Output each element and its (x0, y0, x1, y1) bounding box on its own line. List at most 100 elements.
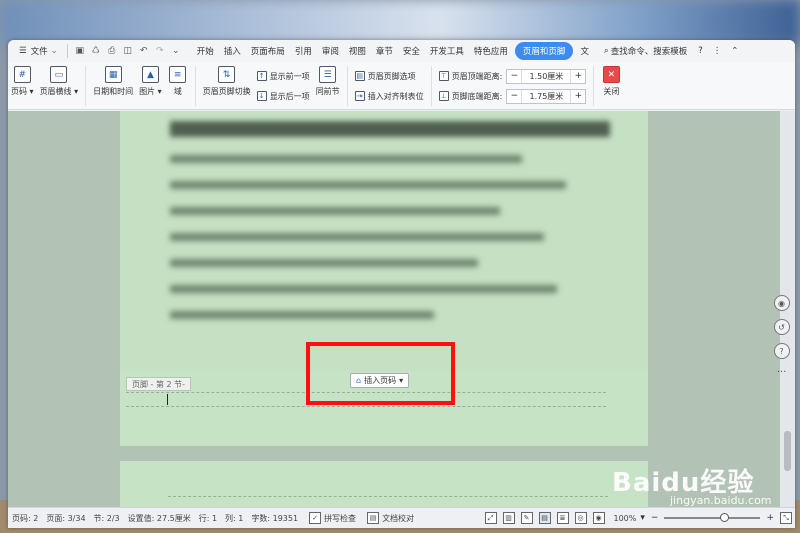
tab-security[interactable]: 安全 (398, 42, 425, 60)
setting-value-status[interactable]: 设置值: 27.5厘米 (128, 513, 191, 524)
same-as-previous-button[interactable]: ☰ 同前节 (313, 66, 343, 97)
header-line-icon: ▭ (50, 66, 68, 83)
page-number-status[interactable]: 页码: 2 (12, 513, 38, 524)
tab-home[interactable]: 开始 (192, 42, 219, 60)
reading-mode-icon[interactable]: ▥ (502, 512, 515, 524)
navigation-group: ↑ 显示前一项 ↓ 显示后一项 (254, 66, 313, 106)
switch-header-footer-button[interactable]: ⇅ 页眉页脚切换 (200, 66, 254, 97)
redo-icon[interactable]: ↷ (152, 42, 168, 60)
zoom-in-button[interactable]: + (766, 513, 774, 523)
more-tools-icon[interactable]: ··· (777, 367, 787, 378)
divider (346, 66, 348, 106)
fit-window-icon[interactable]: ⤡ (780, 512, 792, 524)
page-view-icon[interactable]: ▤ (538, 512, 551, 524)
print-icon[interactable]: ⎙ (104, 42, 120, 60)
close-header-footer-button[interactable]: ✕ 关闭 (598, 66, 624, 97)
zoom-slider-knob[interactable] (720, 513, 730, 522)
zoom-level[interactable]: 100% (614, 514, 637, 523)
tab-special-apps[interactable]: 特色应用 (469, 42, 513, 60)
customize-icon[interactable]: ⌄ (168, 42, 184, 60)
writing-mode-icon[interactable]: ✎ (520, 512, 533, 524)
footer-section-tag: 页脚 - 第 2 节- (126, 377, 192, 391)
header-top-distance: ⊤ 页眉顶端距离: − 1.50厘米 + (438, 68, 587, 84)
baidu-jingyan-watermark: Baidu经验 jingyan.baidu.com (612, 468, 772, 507)
header-top-stepper[interactable]: − 1.50厘米 + (506, 68, 587, 84)
date-time-button[interactable]: ▦ 日期和时间 (90, 66, 136, 97)
divider (194, 66, 196, 106)
spell-check-button[interactable]: ✓ 拼写检查 (306, 512, 356, 524)
next-page (120, 461, 648, 507)
zoom-out-button[interactable]: − (651, 513, 659, 523)
divider (430, 66, 432, 106)
increase-button[interactable]: + (571, 71, 585, 81)
close-icon: ✕ (602, 66, 620, 83)
tab-page-layout[interactable]: 页面布局 (246, 42, 290, 60)
outline-view-icon[interactable]: ≣ (556, 512, 569, 524)
help-button[interactable]: ? (693, 42, 708, 60)
document-proofread-button[interactable]: ▤ 文档校对 (364, 512, 414, 524)
desktop-background (0, 0, 800, 44)
footer-bottom-stepper[interactable]: − 1.75厘米 + (506, 88, 587, 104)
page-number-button[interactable]: # 页码 ▾ (8, 66, 37, 97)
history-icon[interactable]: ↺ (773, 319, 790, 335)
insert-align-tab-button[interactable]: ⇥ 插入对齐制表位 (354, 88, 424, 104)
search-label: 查找命令、搜索模板 (610, 47, 688, 57)
eye-protection-icon[interactable]: ◉ (592, 512, 605, 524)
file-menu[interactable]: ☰ 文件 ⌄ (14, 42, 63, 60)
text-cursor (167, 394, 168, 405)
link-icon: ☰ (319, 66, 337, 83)
navigation-icon[interactable]: ◉ (773, 295, 790, 311)
header-line-button[interactable]: ▭ 页眉横线 ▾ (37, 66, 82, 97)
previous-icon: ↑ (256, 71, 267, 81)
footer-bottom-value[interactable]: 1.75厘米 (521, 89, 572, 103)
tab-references[interactable]: 引用 (290, 42, 317, 60)
web-view-icon[interactable]: ◎ (574, 512, 587, 524)
tab-section[interactable]: 章节 (371, 42, 398, 60)
tab-header-footer[interactable]: 页眉和页脚 (514, 42, 574, 60)
chevron-down-icon: ⌄ (50, 46, 58, 56)
save-icon[interactable]: ▣ (72, 42, 88, 60)
format-painter-icon[interactable]: ♺ (88, 42, 104, 60)
collapse-ribbon-button[interactable]: ⌃ (726, 42, 743, 60)
row-status: 行: 1 (198, 513, 218, 523)
fullscreen-icon[interactable]: ⤢ (484, 512, 497, 524)
divider (85, 66, 87, 106)
pages-status[interactable]: 页面: 3/34 (46, 513, 85, 524)
footer-distance-icon: ⊥ (438, 91, 449, 101)
zoom-slider[interactable] (664, 513, 761, 522)
tab-view[interactable]: 视图 (344, 42, 371, 60)
show-previous-button[interactable]: ↑ 显示前一项 (256, 68, 310, 84)
show-next-button[interactable]: ↓ 显示后一项 (256, 88, 310, 104)
next-page-header-boundary (168, 496, 608, 497)
increase-button[interactable]: + (571, 91, 585, 101)
decrease-button[interactable]: − (507, 91, 521, 101)
page-number-icon: # (13, 66, 31, 83)
section-status[interactable]: 节: 2/3 (94, 513, 120, 524)
search-icon: ⌕ (603, 46, 609, 56)
undo-icon[interactable]: ↶ (136, 42, 152, 60)
tab-developer[interactable]: 开发工具 (425, 42, 469, 60)
spell-check-icon: ✓ (309, 512, 322, 524)
more-options-button[interactable]: ⋮ (708, 42, 727, 60)
options-icon: ▤ (354, 71, 365, 81)
field-button[interactable]: ≡ 域 (165, 66, 191, 97)
tab-more[interactable]: 文 (575, 42, 594, 60)
word-count-status[interactable]: 字数: 19351 (251, 513, 298, 524)
document-canvas[interactable]: 页脚 - 第 2 节- ⌂ 插入页码 ▾ (8, 111, 780, 507)
status-bar: 页码: 2 页面: 3/34 节: 2/3 设置值: 27.5厘米 行: 1 列… (8, 507, 795, 528)
tab-insert[interactable]: 插入 (219, 42, 246, 60)
print-preview-icon[interactable]: ◫ (120, 42, 136, 60)
command-search[interactable]: ⌕ 查找命令、搜索模板 (604, 45, 687, 57)
picture-button[interactable]: ▲ 图片 ▾ (136, 66, 165, 97)
footer-bottom-boundary (126, 406, 606, 407)
divider (66, 44, 68, 58)
zoom-dropdown-icon[interactable]: ▾ (640, 513, 645, 523)
divider (593, 66, 595, 106)
header-footer-options-button[interactable]: ▤ 页眉页脚选项 (354, 68, 424, 84)
tab-review[interactable]: 审阅 (317, 42, 344, 60)
decrease-button[interactable]: − (507, 71, 521, 81)
scrollbar-thumb[interactable] (784, 431, 791, 471)
help-circle-icon[interactable]: ? (773, 343, 790, 359)
proofread-icon: ▤ (367, 512, 380, 524)
header-top-value[interactable]: 1.50厘米 (521, 69, 572, 83)
